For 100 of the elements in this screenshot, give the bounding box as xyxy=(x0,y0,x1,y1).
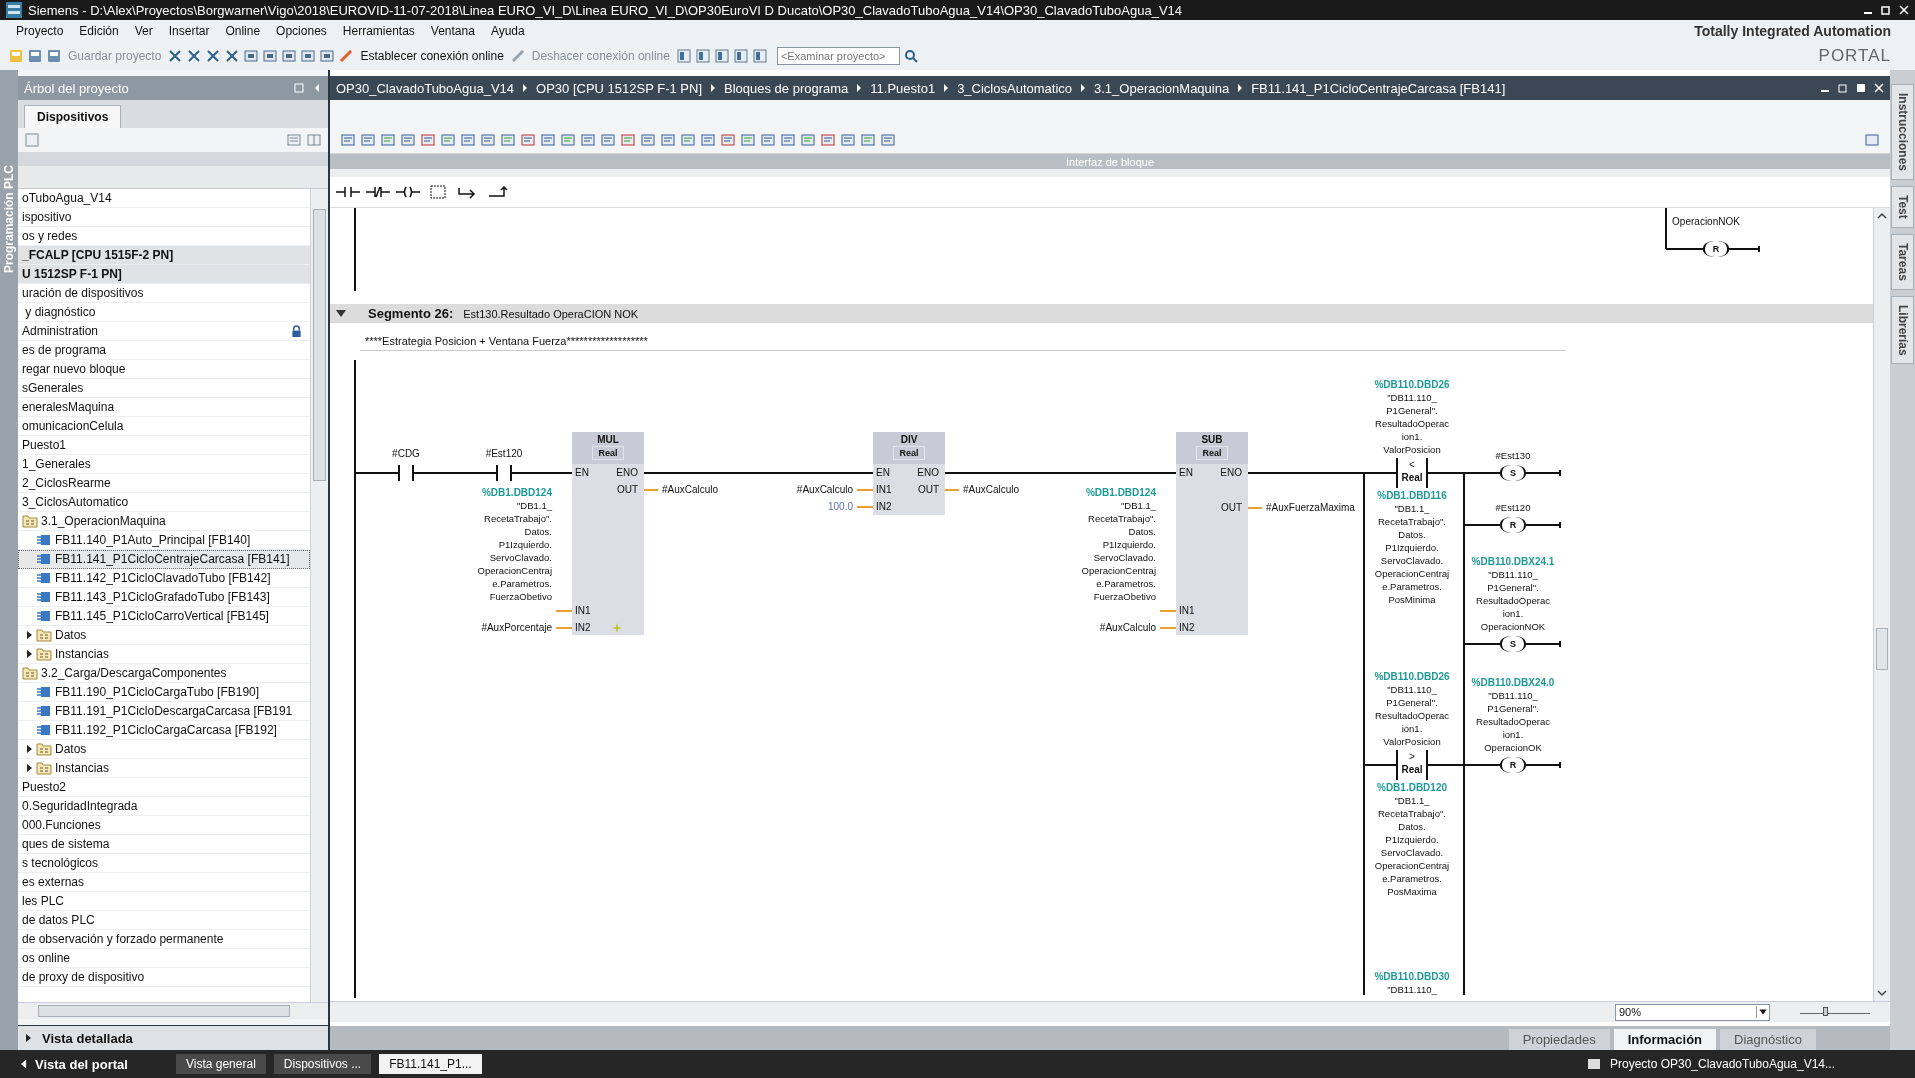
close-branch-icon[interactable] xyxy=(486,184,510,200)
tree-item[interactable]: _FCALP [CPU 1515F-2 PN] xyxy=(18,246,310,265)
menu-item[interactable]: Insertar xyxy=(160,24,218,38)
side-tab[interactable]: Test xyxy=(1891,186,1914,228)
negated-contact-icon[interactable] xyxy=(366,184,390,200)
tree-item[interactable]: 3.1_OperacionMaquina xyxy=(18,512,310,531)
menu-item[interactable]: Herramientas xyxy=(334,24,423,38)
compare-instruction[interactable]: > Real xyxy=(1396,750,1428,780)
expand-arrow-icon[interactable] xyxy=(25,650,33,658)
coil[interactable]: S xyxy=(1500,636,1526,652)
menu-item[interactable]: Ventana xyxy=(422,24,483,38)
tree-item[interactable]: uración de dispositivos xyxy=(18,284,310,303)
tree-item[interactable]: y diagnóstico xyxy=(18,303,310,322)
panel-toggle-icon[interactable] xyxy=(294,83,304,93)
editor-tab[interactable]: Dispositivos ... xyxy=(273,1054,372,1074)
restore-icon[interactable] xyxy=(1881,5,1891,15)
breadcrumb-item[interactable]: 3_CiclosAutomatico xyxy=(957,80,1072,96)
coil[interactable]: R xyxy=(1703,241,1729,257)
tree-item[interactable]: es de programa xyxy=(18,341,310,360)
toolbar-icon[interactable] xyxy=(167,48,184,64)
connect-icon[interactable] xyxy=(338,48,355,64)
side-tab[interactable]: Librerías xyxy=(1891,295,1914,365)
tree-item[interactable]: es externas xyxy=(18,873,310,892)
expand-arrow-icon[interactable] xyxy=(25,631,33,639)
search-icon[interactable] xyxy=(902,48,919,64)
coil[interactable]: R xyxy=(1500,517,1526,533)
data-type-label[interactable]: Real xyxy=(1196,446,1228,460)
zoom-dropdown[interactable]: 90% xyxy=(1615,1003,1770,1021)
restore-icon[interactable] xyxy=(1838,83,1848,93)
zoom-slider[interactable] xyxy=(1800,1006,1870,1018)
tree-item[interactable]: s tecnológicos xyxy=(18,854,310,873)
breadcrumb-item[interactable]: 3.1_OperacionMaquina xyxy=(1094,80,1230,96)
tree-item[interactable]: Administration xyxy=(18,322,310,341)
breadcrumb-item[interactable]: Bloques de programa xyxy=(724,80,849,96)
toolbar-icon[interactable] xyxy=(46,48,62,64)
data-type-label[interactable]: Real xyxy=(1401,763,1423,776)
tree-item[interactable]: FB11.192_P1CicloCargaCarcasa [FB192] xyxy=(18,721,310,740)
tree-item[interactable]: 3_CiclosAutomatico xyxy=(18,493,310,512)
menu-item[interactable]: Opciones xyxy=(268,24,335,38)
toolbar-icon[interactable] xyxy=(300,48,317,64)
scroll-thumb[interactable] xyxy=(38,1005,290,1017)
expand-arrow-icon[interactable] xyxy=(25,745,33,753)
tree-item[interactable]: regar nuevo bloque xyxy=(18,360,310,379)
breadcrumb-item[interactable]: FB11.141_P1CicloCentrajeCarcasa [FB141] xyxy=(1251,80,1506,96)
toolbar-icon[interactable] xyxy=(713,48,730,64)
tree-item[interactable]: Datos xyxy=(18,626,310,645)
tree-item[interactable]: Instancias xyxy=(18,645,310,664)
tree-item[interactable]: FB11.145_P1CicloCarroVertical [FB145] xyxy=(18,607,310,626)
inspector-tab[interactable]: Información xyxy=(1613,1029,1717,1050)
disconnect-icon[interactable] xyxy=(509,48,526,64)
menu-item[interactable]: Proyecto xyxy=(8,24,72,38)
connect-button[interactable]: Establecer conexión online xyxy=(357,49,507,63)
toolbar-icon[interactable] xyxy=(751,48,768,64)
toolbar-icon[interactable] xyxy=(205,48,222,64)
breadcrumb-item[interactable]: OP30 [CPU 1512SP F-1 PN] xyxy=(536,80,702,96)
tree-item[interactable]: de observación y forzado permanente xyxy=(18,930,310,949)
tree-item[interactable]: FB11.143_P1CicloGrafadoTubo [FB143] xyxy=(18,588,310,607)
tree-item[interactable]: FB11.141_P1CicloCentrajeCarcasa [FB141] xyxy=(18,550,310,569)
data-type-label[interactable]: Real xyxy=(592,446,624,460)
tree-item[interactable]: os online xyxy=(18,949,310,968)
menu-item[interactable]: Edición xyxy=(71,24,127,38)
tree-item[interactable]: 000.Funciones xyxy=(18,816,310,835)
contact-icon[interactable] xyxy=(336,184,360,200)
menu-item[interactable]: Ayuda xyxy=(482,24,533,38)
coil-icon[interactable] xyxy=(396,184,420,200)
tree-item[interactable]: les PLC xyxy=(18,892,310,911)
portal-view-button[interactable]: Vista del portal xyxy=(20,1056,128,1072)
tree-item[interactable]: de proxy de dispositivo xyxy=(18,968,310,987)
contact-symbol[interactable] xyxy=(496,464,512,482)
tree-item[interactable]: ispositivo xyxy=(18,208,310,227)
close-icon[interactable] xyxy=(1874,83,1884,93)
tree-item[interactable]: Puesto1 xyxy=(18,436,310,455)
toolbar-icon[interactable] xyxy=(186,48,203,64)
toolbar-icon[interactable] xyxy=(694,48,711,64)
tree-item[interactable]: U 1512SP F-1 PN] xyxy=(18,265,310,284)
tree-item[interactable]: sGenerales xyxy=(18,379,310,398)
scrollbar[interactable] xyxy=(18,1002,328,1019)
tree-item[interactable]: Datos xyxy=(18,740,310,759)
details-view-header[interactable]: Vista detallada xyxy=(18,1025,328,1050)
toolbar-icon[interactable] xyxy=(243,48,260,64)
coil[interactable]: R xyxy=(1500,757,1526,773)
menu-item[interactable]: Ver xyxy=(126,24,161,38)
tree-item[interactable]: eneralesMaquina xyxy=(18,398,310,417)
toolbar-icon[interactable] xyxy=(281,48,298,64)
tree-item[interactable]: 3.2_Carga/DescargaComponentes xyxy=(18,664,310,683)
maximize-icon[interactable] xyxy=(1856,83,1866,93)
tree-item[interactable]: FB11.190_P1CicloCargaTubo [FB190] xyxy=(18,683,310,702)
menu-item[interactable]: Online xyxy=(217,24,269,38)
toolbar-icon[interactable] xyxy=(224,48,241,64)
editor-tab[interactable]: Vista general xyxy=(175,1054,266,1074)
toolbar-icon[interactable] xyxy=(27,48,43,64)
breadcrumb-item[interactable]: OP30_ClavadoTuboAgua_V14 xyxy=(336,80,515,96)
coil[interactable]: S xyxy=(1500,465,1526,481)
scroll-thumb[interactable] xyxy=(313,209,326,481)
scrollbar[interactable] xyxy=(1873,208,1890,1001)
collapse-arrow-icon[interactable] xyxy=(336,309,346,318)
tree-item[interactable]: FB11.142_P1CicloClavadoTubo [FB142] xyxy=(18,569,310,588)
scroll-thumb[interactable] xyxy=(1876,628,1888,670)
tree-item[interactable]: de datos PLC xyxy=(18,911,310,930)
close-icon[interactable] xyxy=(1899,5,1909,15)
